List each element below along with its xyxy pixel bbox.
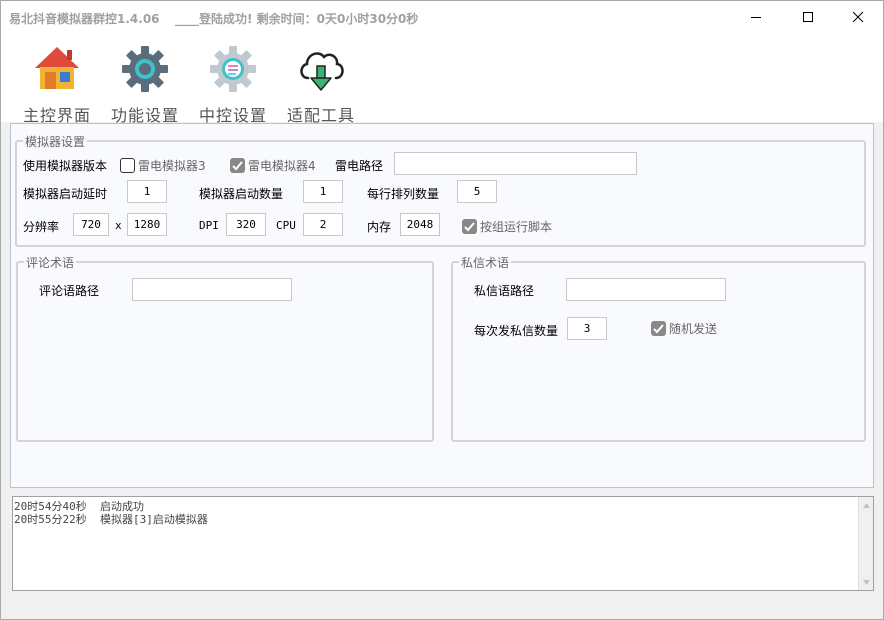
cloud-download-icon — [300, 52, 344, 91]
launch-count-label: 模拟器启动数量 — [199, 187, 284, 201]
window-title: 易北抖音模拟器群控1.4.06 — [9, 12, 160, 26]
resolution-x-label: x — [115, 219, 122, 232]
comment-path-label: 评论语路径 — [39, 284, 100, 298]
title-bar[interactable]: 易北抖音模拟器群控1.4.06 ____登陆成功! 剩余时间：0天0小时30分0… — [1, 1, 883, 32]
tool-adapter[interactable]: 适配工具 — [281, 42, 361, 125]
house-icon — [35, 47, 79, 89]
close-icon — [852, 11, 864, 22]
resolution-label: 分辨率 — [23, 220, 60, 234]
comment-phrases-title: 评论术语 — [24, 254, 77, 271]
private-message-path-label: 私信语路径 — [474, 284, 535, 298]
minimize-icon — [751, 16, 761, 18]
checkmark-icon — [232, 160, 243, 170]
emulator-version-label: 使用模拟器版本 — [23, 159, 108, 173]
leidian-path-input[interactable] — [394, 152, 637, 175]
ld4-checkbox-box — [230, 157, 245, 173]
gear-settings-icon — [210, 46, 256, 92]
ld4-checkbox-label: 雷电模拟器4 — [248, 158, 316, 173]
group-run-checkbox-label: 按组运行脚本 — [480, 219, 553, 234]
toolbar: 主控界面 功能设置 中控设置 适配工具 — [1, 32, 883, 125]
maximize-icon — [803, 11, 813, 22]
emulator-settings-title: 模拟器设置 — [23, 133, 88, 150]
random-send-checkbox-label: 随机发送 — [669, 321, 718, 336]
launch-count-input[interactable]: 1 — [303, 180, 343, 203]
memory-label: 内存 — [367, 220, 392, 234]
ld3-checkbox[interactable]: 雷电模拟器3 — [120, 156, 206, 174]
log-scrollbar[interactable] — [858, 497, 873, 590]
resolution-height-input[interactable]: 1280 — [127, 213, 167, 236]
group-run-checkbox[interactable]: 按组运行脚本 — [462, 217, 552, 235]
ld3-checkbox-box — [120, 157, 135, 173]
app-window: 易北抖音模拟器群控1.4.06 ____登陆成功! 剩余时间：0天0小时30分0… — [0, 0, 884, 620]
scroll-up-icon[interactable] — [862, 501, 871, 510]
main-panel: 模拟器设置 使用模拟器版本 雷电模拟器3 雷电模拟器4 雷电路径 模拟器启动延时… — [10, 123, 874, 488]
tool-central-settings[interactable]: 中控设置 — [193, 42, 273, 125]
message-count-label: 每次发私信数量 — [474, 324, 559, 338]
private-message-path-input[interactable] — [566, 278, 726, 301]
minimize-button[interactable] — [731, 1, 781, 32]
tool-main-control[interactable]: 主控界面 — [17, 42, 97, 125]
random-send-checkbox[interactable]: 随机发送 — [651, 319, 717, 337]
memory-input[interactable]: 2048 — [400, 213, 440, 236]
log-line: 20时55分22秒 模拟器[3]启动模拟器 — [14, 513, 208, 526]
cpu-input[interactable]: 2 — [303, 213, 343, 236]
leidian-path-label: 雷电路径 — [335, 159, 384, 173]
login-status: ____登陆成功! 剩余时间：0天0小时30分0秒 — [175, 12, 419, 26]
close-button[interactable] — [833, 1, 883, 32]
checkmark-icon — [653, 323, 664, 333]
private-message-title: 私信术语 — [459, 254, 512, 271]
resolution-width-input[interactable]: 720 — [73, 213, 109, 236]
per-row-label: 每行排列数量 — [367, 187, 440, 201]
group-run-checkbox-box — [462, 218, 477, 234]
dpi-input[interactable]: 320 — [226, 213, 266, 236]
comment-phrases-group: 评论术语 评论语路径 — [16, 254, 434, 442]
launch-delay-label: 模拟器启动延时 — [23, 187, 108, 201]
ld4-checkbox[interactable]: 雷电模拟器4 — [230, 156, 316, 174]
cpu-label: CPU — [276, 219, 296, 232]
emulator-settings-group: 模拟器设置 使用模拟器版本 雷电模拟器3 雷电模拟器4 雷电路径 模拟器启动延时… — [15, 133, 866, 247]
per-row-input[interactable]: 5 — [457, 180, 497, 203]
log-output[interactable]: 20时54分40秒 启动成功 20时55分22秒 模拟器[3]启动模拟器 — [12, 496, 874, 591]
message-count-input[interactable]: 3 — [567, 317, 607, 340]
launch-delay-input[interactable]: 1 — [127, 180, 167, 203]
dpi-label: DPI — [199, 219, 219, 232]
random-send-checkbox-box — [651, 320, 666, 336]
private-message-group: 私信术语 私信语路径 每次发私信数量 3 随机发送 — [451, 254, 866, 442]
scroll-down-icon[interactable] — [862, 578, 871, 587]
maximize-button[interactable] — [783, 1, 833, 32]
tool-function-settings[interactable]: 功能设置 — [105, 42, 185, 125]
comment-path-input[interactable] — [132, 278, 292, 301]
checkmark-icon — [464, 221, 475, 231]
ld3-checkbox-label: 雷电模拟器3 — [138, 158, 206, 173]
gear-icon — [122, 46, 168, 92]
